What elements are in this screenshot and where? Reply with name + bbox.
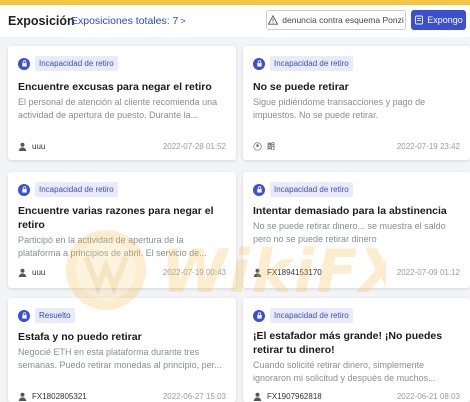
lock-icon: [18, 309, 30, 322]
lock-icon: [253, 309, 265, 322]
page-title: Exposición: [8, 14, 75, 28]
report-ponzi-button[interactable]: denuncia contra esquema Ponzi: [266, 10, 406, 30]
exposure-card[interactable]: Incapacidad de retiro ¡El estafador más …: [243, 298, 470, 402]
lock-icon: [253, 183, 265, 196]
exposure-card[interactable]: Incapacidad de retiro Intentar demasiado…: [243, 172, 470, 288]
user-icon: [253, 392, 262, 401]
card-title: Encuentre varias razones para negar el r…: [18, 205, 214, 231]
user-icon: [253, 268, 262, 277]
card-date: 2022-07-19 23:42: [396, 141, 460, 151]
card-title: No se puede retirar: [253, 81, 349, 93]
exposure-card[interactable]: Incapacidad de retiro Encuentre varias r…: [8, 172, 236, 288]
warning-icon: [268, 15, 279, 25]
expose-button[interactable]: Expongo: [411, 10, 466, 30]
card-description: El personal de atención al cliente recom…: [18, 97, 218, 120]
status-badge: Resuelto: [35, 308, 75, 323]
avatar-icon: [253, 141, 262, 151]
total-exposures-link[interactable]: Exposiciones totales: 7 >: [71, 15, 186, 27]
expose-button-label: Expongo: [427, 15, 463, 25]
card-user: uuu: [32, 141, 46, 151]
card-title: Encuentre excusas para negar el retiro: [18, 81, 212, 93]
card-date: 2022-06-27 15:03: [162, 391, 226, 401]
card-title: ¡El estafador más grande! ¡No puedes ret…: [253, 330, 443, 356]
status-badge: Incapacidad de retiro: [270, 56, 353, 71]
card-title: Estafa y no puedo retirar: [18, 331, 142, 343]
user-icon: [18, 392, 27, 401]
status-badge: Incapacidad de retiro: [35, 182, 118, 197]
card-description: Participó en la actividad de apertura de…: [18, 235, 207, 258]
card-date: 2022-07-19 00:43: [162, 267, 226, 277]
status-badge: Incapacidad de retiro: [270, 182, 353, 197]
card-date: 2022-07-09 01:12: [396, 267, 460, 277]
user-icon: [18, 268, 27, 277]
page-header: Exposición Exposiciones totales: 7 > denu…: [0, 5, 470, 37]
card-date: 2022-06-21 08:03: [396, 391, 460, 401]
exposure-card[interactable]: Incapacidad de retiro No se puede retira…: [243, 46, 470, 160]
card-date: 2022-07-28 01:52: [162, 141, 226, 151]
exposure-card[interactable]: Incapacidad de retiro Encuentre excusas …: [8, 46, 236, 160]
card-description: Negocié ETH en esta plataforma durante t…: [18, 347, 222, 370]
card-user: FX1802805321: [32, 391, 87, 401]
card-user: FX1894153170: [267, 267, 322, 277]
lock-icon: [253, 57, 265, 70]
card-description: Sigue pidiéndome transacciones y pago de…: [253, 97, 426, 120]
status-badge: Incapacidad de retiro: [35, 56, 118, 71]
report-ponzi-label: denuncia contra esquema Ponzi: [282, 15, 404, 25]
card-description: Cuando solicité retirar dinero, simpleme…: [253, 360, 436, 383]
total-exposures-label: Exposiciones totales: 7: [71, 15, 179, 27]
lock-icon: [18, 183, 30, 196]
expose-icon: [415, 15, 424, 25]
card-title: Intentar demasiado para la abstinencia: [253, 205, 447, 217]
card-user: uuu: [32, 267, 46, 277]
card-user: 朗: [267, 141, 275, 151]
status-badge: Incapacidad de retiro: [270, 308, 353, 323]
card-user: FX1907962818: [267, 391, 322, 401]
lock-icon: [18, 57, 30, 70]
exposure-card[interactable]: Resuelto Estafa y no puedo retirar Negoc…: [8, 298, 236, 402]
card-description: No se puede retirar dinero... se muestra…: [253, 221, 446, 244]
user-icon: [18, 142, 27, 151]
chevron-right-icon: >: [180, 16, 186, 26]
